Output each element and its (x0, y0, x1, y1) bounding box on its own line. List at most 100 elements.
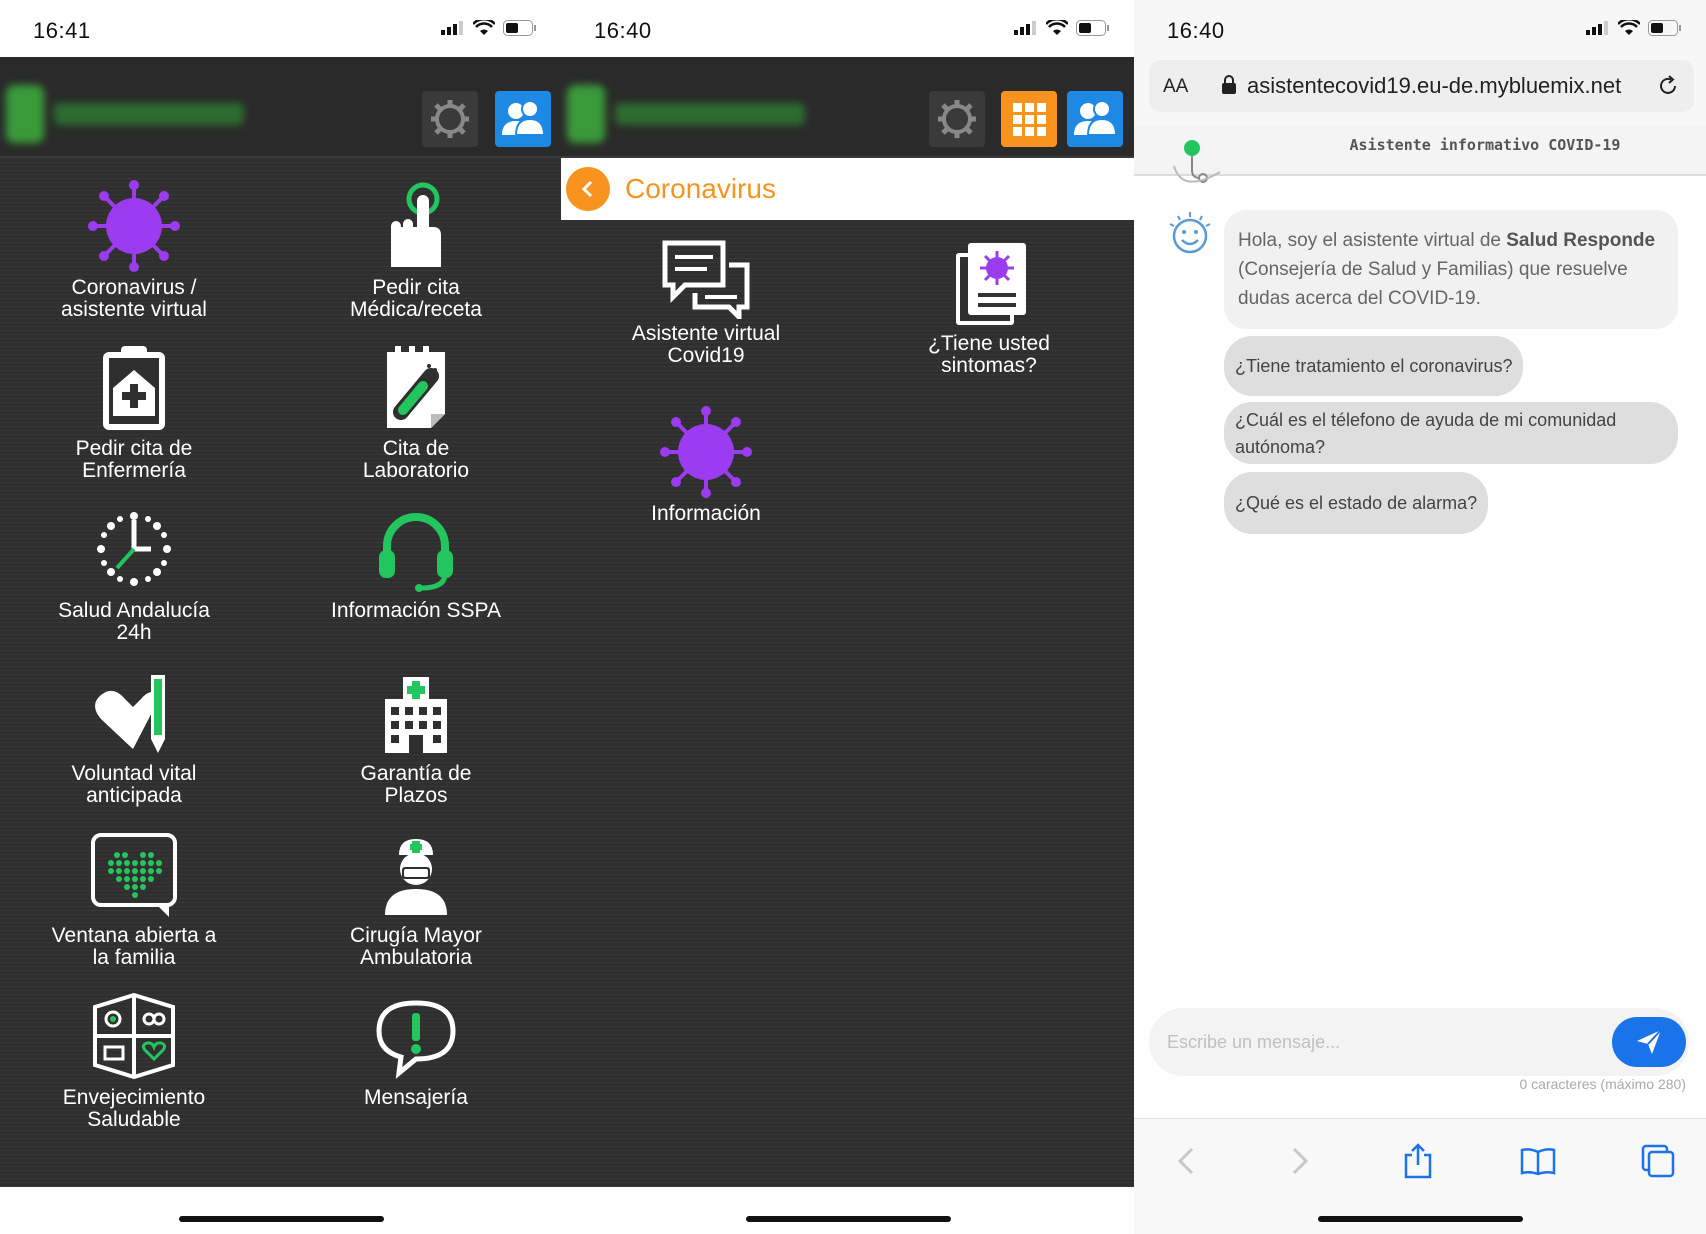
status-bar: 16:41 (0, 0, 561, 57)
status-time: 16:40 (1167, 18, 1225, 43)
tile-label: Cirugía Mayor Ambulatoria (350, 924, 482, 969)
app-header (561, 57, 1134, 158)
home-indicator[interactable] (178, 1216, 384, 1222)
send-icon (1637, 1029, 1662, 1054)
tabs-button[interactable] (1638, 1141, 1678, 1181)
settings-button[interactable] (929, 91, 985, 147)
tile-envejecimiento[interactable]: Envejecimiento Saludable (4, 989, 264, 1131)
send-button[interactable] (1612, 1017, 1686, 1067)
status-icons (1014, 20, 1110, 36)
tile-label: Cita de Laboratorio (362, 437, 470, 482)
gear-icon (431, 100, 469, 138)
status-icons (441, 20, 537, 36)
tile-label: Información (651, 502, 761, 525)
tile-voluntad-vital[interactable]: Voluntad vital anticipada (4, 665, 264, 807)
forward-nav-button[interactable] (1280, 1141, 1320, 1181)
url-text: asistentecovid19.eu-de.mybluemix.net (1247, 73, 1622, 98)
tile-label: Pedir cita de Enfermería (75, 437, 193, 482)
tile-coronavirus[interactable]: Coronavirus / asistente virtual (4, 179, 264, 321)
wifi-icon (473, 20, 495, 35)
tile-label: Salud Andalucía 24h (58, 599, 210, 644)
status-bar: 16:40 (561, 0, 1134, 57)
grid-icon (1013, 103, 1046, 136)
settings-button[interactable] (422, 91, 478, 147)
address-bar[interactable]: AA asistentecovid19.eu-de.mybluemix.net (1149, 60, 1694, 112)
headset-icon (379, 513, 453, 592)
chat-header: Asistente informativo COVID-19 (1134, 126, 1706, 183)
tile-label: Información SSPA (330, 599, 502, 622)
tile-label: Envejecimiento Saludable (62, 1086, 206, 1131)
home-indicator[interactable] (745, 1216, 951, 1222)
clipboard-medical-icon (103, 346, 165, 430)
tile-informacion[interactable]: Información (576, 405, 836, 525)
reload-icon[interactable] (1656, 74, 1680, 98)
test-tube-icon (387, 346, 445, 428)
wifi-icon (1046, 20, 1068, 35)
tile-salud-24h[interactable]: Salud Andalucía 24h (4, 502, 264, 644)
suggestion-chip[interactable]: ¿Tiene tratamiento el coronavirus? (1224, 336, 1524, 396)
battery-icon (503, 20, 536, 36)
message-input-container (1149, 1008, 1689, 1076)
tabs-icon (1641, 1144, 1675, 1178)
status-bar: 16:40 (1134, 0, 1706, 57)
status-time: 16:40 (594, 18, 652, 43)
book-icon (1520, 1148, 1556, 1176)
users-icon (502, 100, 546, 136)
suggestion-chip[interactable]: ¿Qué es el estado de alarma? (1224, 472, 1489, 534)
home-indicator[interactable] (1318, 1216, 1523, 1222)
tile-asistente-virtual[interactable]: Asistente virtual Covid19 (576, 235, 836, 367)
tile-label: Voluntad vital anticipada (71, 762, 197, 807)
app-content: Coronavirus / asistente virtual Pedir ci… (0, 57, 561, 1187)
message-input[interactable] (1167, 1028, 1587, 1056)
tile-cita-laboratorio[interactable]: Cita de Laboratorio (286, 340, 546, 482)
lock-icon (1222, 75, 1236, 94)
screen-heart-icon (91, 833, 177, 917)
tile-ventana-familia[interactable]: Ventana abierta a la familia (4, 827, 264, 969)
bookmarks-button[interactable] (1518, 1141, 1558, 1181)
chevron-right-icon (1292, 1147, 1309, 1175)
bot-message-bold: Salud Responde (1506, 230, 1656, 251)
back-nav-button[interactable] (1166, 1141, 1206, 1181)
tile-cita-enfermeria[interactable]: Pedir cita de Enfermería (4, 340, 264, 482)
blurred-logo (6, 85, 256, 145)
signal-icon (441, 21, 463, 35)
chevron-left-icon (581, 180, 593, 198)
clock-icon (97, 512, 171, 586)
virus-icon (660, 406, 752, 498)
section-title: Coronavirus (625, 173, 776, 204)
tile-cita-medica[interactable]: Pedir cita Médica/receta (286, 179, 546, 321)
status-time: 16:41 (33, 18, 91, 43)
suggestion-chip-label: ¿Tiene tratamiento el coronavirus? (1235, 355, 1513, 376)
hospital-icon (385, 677, 447, 753)
phone-screen-menu: 16:41 Coronavirus / asistente virtual Pe… (0, 0, 561, 1234)
chat-alert-icon (376, 1000, 456, 1079)
tile-mensajeria[interactable]: Mensajería (286, 989, 546, 1109)
virus-document-icon (956, 243, 1026, 325)
bot-message-intro: Hola, soy el asistente virtual de (1238, 230, 1507, 251)
tile-sintomas[interactable]: ¿Tiene usted sintomas? (859, 235, 1119, 377)
chevron-left-icon (1177, 1147, 1194, 1175)
users-icon (1074, 100, 1118, 136)
app-content: Coronavirus Asistente virtual Covid19 ¿T… (561, 57, 1134, 1187)
tile-label: Coronavirus / asistente virtual (61, 276, 207, 321)
tile-label: ¿Tiene usted sintomas? (928, 332, 1050, 377)
reader-text-size-button[interactable]: AA (1163, 76, 1188, 98)
tile-informacion-sspa[interactable]: Información SSPA (286, 502, 546, 622)
suggestion-chip[interactable]: ¿Cuál es el télefono de ayuda de mi comu… (1224, 402, 1678, 464)
chat-bubbles-icon (662, 240, 750, 319)
surgeon-icon (385, 839, 447, 915)
apps-grid-button[interactable] (1001, 91, 1057, 147)
character-counter: 0 caracteres (máximo 280) (1519, 1076, 1686, 1092)
share-button[interactable] (1398, 1141, 1438, 1181)
status-icons (1586, 20, 1682, 36)
user-profile-button[interactable] (495, 91, 551, 147)
gear-icon (938, 100, 976, 138)
user-profile-button[interactable] (1067, 91, 1123, 147)
back-button[interactable] (566, 167, 610, 211)
tile-garantia-plazos[interactable]: Garantía de Plazos (286, 665, 546, 807)
tile-cirugia-mayor[interactable]: Cirugía Mayor Ambulatoria (286, 827, 546, 969)
app-header (0, 57, 561, 158)
phone-screen-browser-chat: 16:40 AA asistentecovid19.eu-de.mybluemi… (1134, 0, 1706, 1234)
tile-label: Asistente virtual Covid19 (631, 322, 781, 367)
battery-icon (1076, 20, 1109, 36)
